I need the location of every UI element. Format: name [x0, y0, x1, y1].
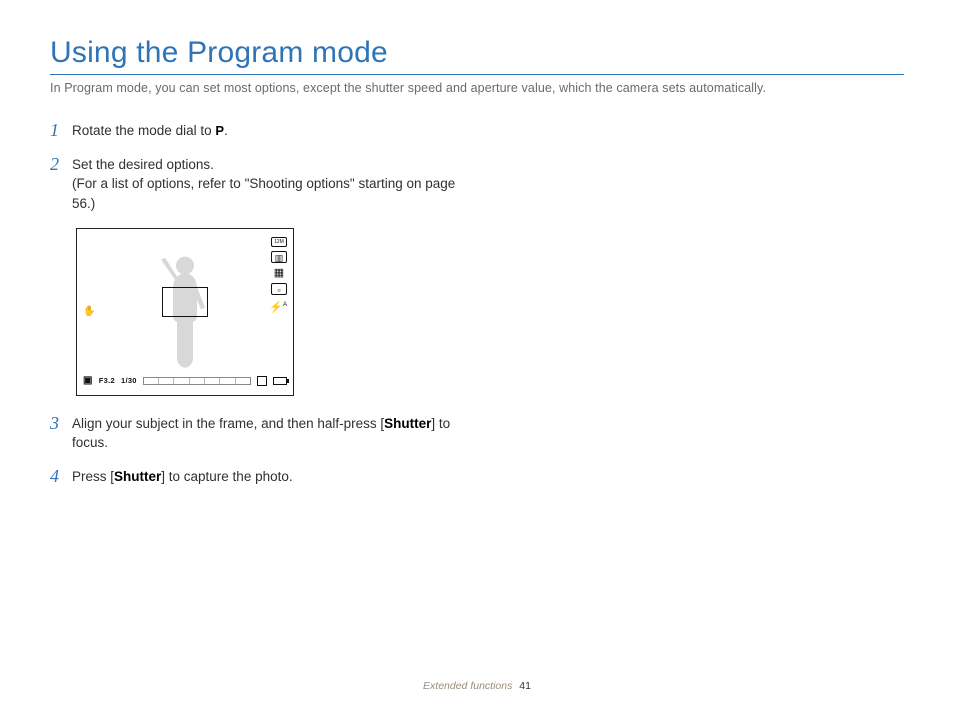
step-3: 3 Align your subject in the frame, and t… — [50, 414, 470, 453]
shutter-label: Shutter — [384, 416, 431, 431]
storage-icon — [257, 376, 267, 386]
step-body: Align your subject in the frame, and the… — [72, 414, 470, 453]
step-number: 2 — [50, 155, 72, 175]
stabilizer-icon: ✋ — [83, 304, 95, 319]
aperture-value: F3.2 — [99, 376, 115, 387]
step-number: 1 — [50, 121, 72, 141]
step-number: 3 — [50, 414, 72, 434]
step-text: Align your subject in the frame, and the… — [72, 416, 384, 431]
shutter-value: 1/30 — [121, 376, 137, 387]
shutter-label: Shutter — [114, 469, 161, 484]
step-text-tail: . — [224, 123, 228, 138]
mode-p-icon: P — [215, 123, 224, 138]
drive-mode-icon: ▣ — [83, 374, 93, 389]
step-text-sub: (For a list of options, refer to "Shooti… — [72, 176, 455, 211]
step-text: Press [ — [72, 469, 114, 484]
lcd-bottom-row: ▣ F3.2 1/30 — [83, 374, 287, 389]
step-text-tail: ] to capture the photo. — [161, 469, 292, 484]
step-text: Set the desired options. — [72, 157, 214, 172]
intro-text: In Program mode, you can set most option… — [50, 81, 904, 95]
title-rule — [50, 74, 904, 75]
lcd-diagram-item: 12M ▥ ▦ ▫ ⚡A ✋ ▣ F3.2 1/30 — [50, 228, 470, 396]
flash-auto-icon: ⚡A — [269, 299, 287, 311]
step-4: 4 Press [Shutter] to capture the photo. — [50, 467, 470, 487]
battery-icon — [273, 377, 287, 385]
footer-page-number: 41 — [519, 680, 531, 692]
lcd-right-icon-column: 12M ▥ ▦ ▫ ⚡A — [269, 237, 287, 311]
page-title: Using the Program mode — [50, 36, 904, 70]
camera-lcd-diagram: 12M ▥ ▦ ▫ ⚡A ✋ ▣ F3.2 1/30 — [76, 228, 294, 396]
step-body: Set the desired options. (For a list of … — [72, 155, 470, 214]
metering-icon: ▦ — [271, 267, 287, 279]
step-number: 4 — [50, 467, 72, 487]
steps-list: 1 Rotate the mode dial to P. 2 Set the d… — [50, 121, 470, 486]
focus-frame-icon — [162, 287, 208, 317]
step-body: Rotate the mode dial to P. — [72, 121, 470, 141]
step-2: 2 Set the desired options. (For a list o… — [50, 155, 470, 214]
image-size-icon: 12M — [271, 237, 287, 247]
footer-section: Extended functions — [423, 680, 512, 692]
page-footer: Extended functions 41 — [0, 680, 954, 692]
focus-area-icon: ▫ — [271, 283, 287, 295]
step-text: Rotate the mode dial to — [72, 123, 215, 138]
step-1: 1 Rotate the mode dial to P. — [50, 121, 470, 141]
exposure-meter-icon — [143, 377, 251, 385]
quality-icon: ▥ — [271, 251, 287, 263]
step-body: Press [Shutter] to capture the photo. — [72, 467, 470, 487]
